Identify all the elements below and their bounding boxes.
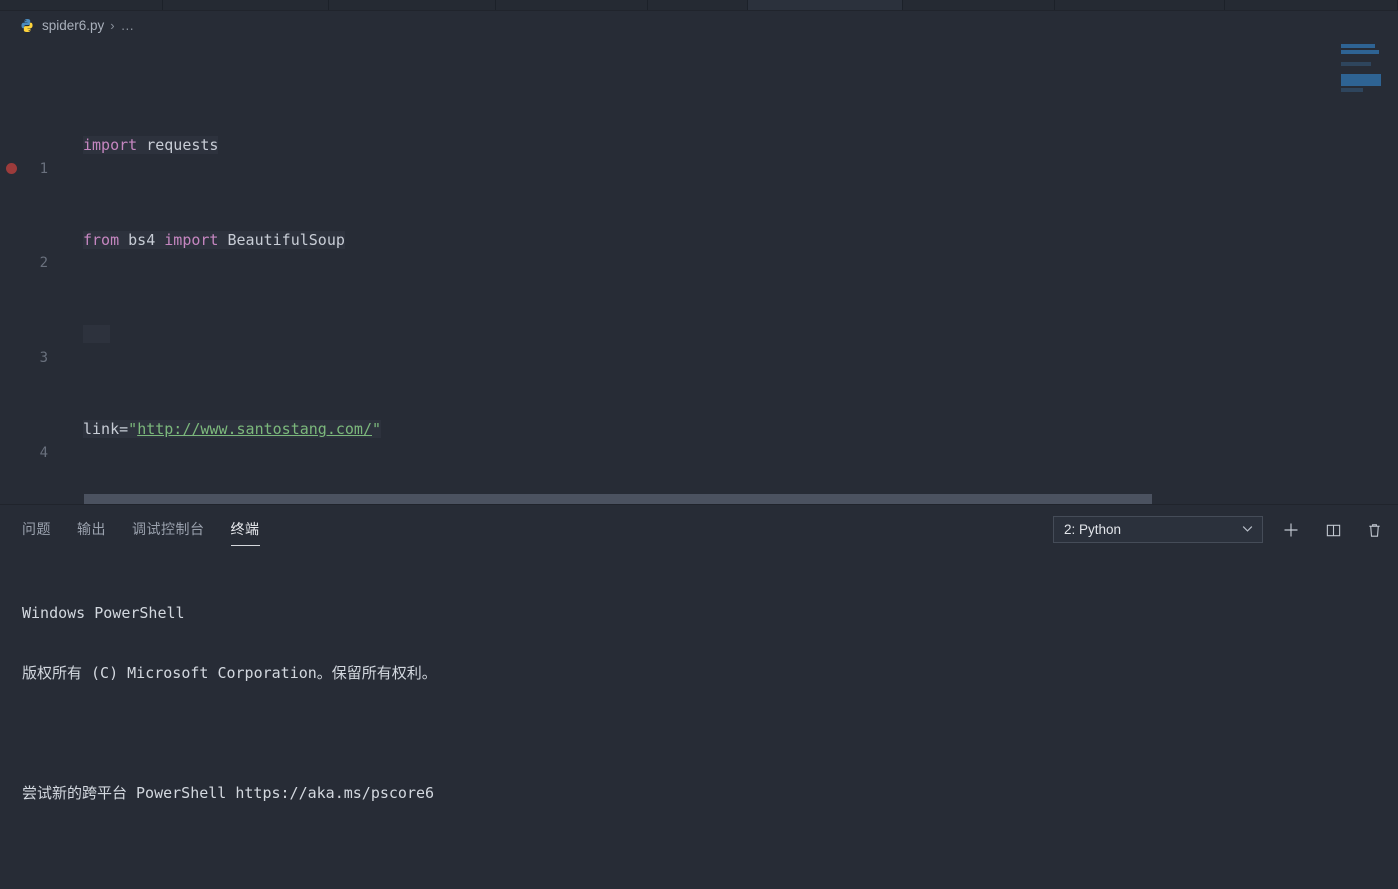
code-editor[interactable]: 1 import requests 2 from bs4 import Beau… <box>0 39 1398 505</box>
terminal-output[interactable]: Windows PowerShell 版权所有 (C) Microsoft Co… <box>22 563 1382 883</box>
code-line-text[interactable]: import requests <box>83 134 219 158</box>
panel-tab-list: 问题 输出 调试控制台 终端 <box>22 519 260 546</box>
trash-icon <box>1366 522 1383 539</box>
line-number: 1 <box>39 160 48 177</box>
panel-tab-debug-console[interactable]: 调试控制台 <box>132 519 205 546</box>
terminal-text: 尝试新的跨平台 PowerShell https://aka.ms/pscore… <box>22 784 435 802</box>
minimap[interactable] <box>1340 39 1386 494</box>
code-line-text[interactable]: from bs4 import BeautifulSoup <box>83 229 345 253</box>
line-number: 3 <box>39 350 48 367</box>
new-terminal-button[interactable] <box>1279 518 1303 542</box>
terminal-line: 尝试新的跨平台 PowerShell https://aka.ms/pscore… <box>22 783 1382 803</box>
code-line[interactable]: 3 <box>0 323 1355 366</box>
line-number: 4 <box>39 444 48 461</box>
code-line-text[interactable] <box>83 323 111 347</box>
kill-terminal-button[interactable] <box>1362 518 1386 542</box>
panel-tab-terminal[interactable]: 终端 <box>230 519 260 546</box>
line-number: 2 <box>39 255 48 272</box>
code-line[interactable]: 2 from bs4 import BeautifulSoup <box>0 229 1355 271</box>
breadcrumb[interactable]: spider6.py › … <box>0 11 1398 39</box>
chevron-down-icon <box>1241 522 1254 538</box>
panel-tab-output[interactable]: 输出 <box>77 519 106 546</box>
terminal-selector-value: 2: Python <box>1064 522 1122 537</box>
split-terminal-button[interactable] <box>1321 518 1345 542</box>
python-file-icon <box>20 18 35 33</box>
plus-icon <box>1282 521 1300 539</box>
editor-horizontal-scrollbar-thumb[interactable] <box>84 494 1152 504</box>
code-line[interactable]: 4 link="http://www.santostang.com/" <box>0 418 1355 461</box>
breadcrumb-file-name[interactable]: spider6.py <box>42 18 104 33</box>
terminal-text: Windows PowerShell <box>22 604 185 622</box>
code-line-text[interactable]: link="http://www.santostang.com/" <box>83 418 382 442</box>
panel-header: 问题 输出 调试控制台 终端 2: Python <box>0 505 1398 550</box>
terminal-text: 版权所有 (C) Microsoft Corporation。保留所有权利。 <box>22 664 437 682</box>
panel-tab-problems[interactable]: 问题 <box>22 519 51 546</box>
terminal-line: Windows PowerShell <box>22 603 1382 623</box>
split-pane-icon <box>1325 522 1342 539</box>
code-line[interactable]: 1 import requests <box>0 134 1355 177</box>
breadcrumb-overflow[interactable]: … <box>121 18 136 33</box>
editor-vertical-scrollbar[interactable] <box>1387 39 1398 494</box>
breadcrumb-separator: › <box>110 17 115 33</box>
terminal-selector-dropdown[interactable]: 2: Python <box>1053 516 1263 543</box>
terminal-line: 版权所有 (C) Microsoft Corporation。保留所有权利。 <box>22 663 1382 683</box>
code-content[interactable]: 1 import requests 2 from bs4 import Beau… <box>0 39 1355 505</box>
bottom-panel: 问题 输出 调试控制台 终端 2: Python Windows PowerSh… <box>0 505 1398 889</box>
vscode-window: spider6.py › … 1 import requests 2 from … <box>0 0 1398 889</box>
